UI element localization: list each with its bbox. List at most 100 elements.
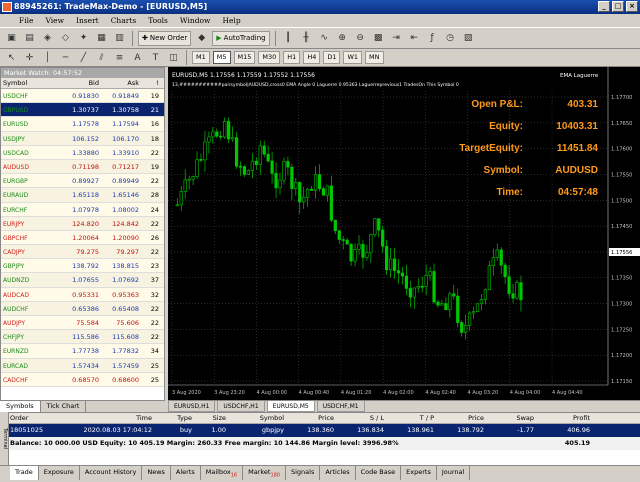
terminal-tab-exposure[interactable]: Exposure — [39, 466, 80, 480]
market-row-audusd[interactable]: AUDUSD 0.71198 0.71217 19 — [1, 159, 164, 175]
timeframe-w1[interactable]: W1 — [343, 51, 363, 64]
timeframe-d1[interactable]: D1 — [323, 51, 341, 64]
terminal-tab-code-base[interactable]: Code Base — [356, 466, 402, 480]
timeframe-m15[interactable]: M15 — [233, 51, 256, 64]
col-swap[interactable]: Swap — [484, 413, 534, 423]
timeframe-m5[interactable]: M5 — [212, 51, 231, 64]
market-row-gbpchf[interactable]: GBPCHF 1.20064 1.20090 26 — [1, 230, 164, 246]
zoom-in-icon[interactable]: ⊕ — [335, 31, 350, 46]
text-icon[interactable]: A — [130, 50, 145, 65]
data-window-icon[interactable]: ◇ — [58, 31, 73, 46]
market-row-cadchf[interactable]: CADCHF 0.68570 0.68600 25 — [1, 372, 164, 387]
tile-windows-icon[interactable]: ▩ — [371, 31, 386, 46]
timeframe-h1[interactable]: H1 — [283, 51, 301, 64]
market-row-usdchf[interactable]: USDCHF 0.91830 0.91849 19 — [1, 89, 164, 104]
market-row-eurchf[interactable]: EURCHF 1.07978 1.08002 24 — [1, 202, 164, 217]
new-order-button[interactable]: ✚ New Order — [138, 30, 192, 46]
menu-help[interactable]: Help — [221, 16, 241, 25]
market-row-eurusd[interactable]: EURUSD 1.17578 1.17594 16 — [1, 117, 164, 132]
minimize-button[interactable]: _ — [598, 1, 610, 12]
terminal-tab-trade[interactable]: Trade — [10, 466, 39, 480]
menu-tools[interactable]: Tools — [147, 16, 169, 25]
market-row-usdcad[interactable]: USDCAD 1.33880 1.33910 22 — [1, 145, 164, 160]
market-row-euraud[interactable]: EURAUD 1.65118 1.65146 28 — [1, 188, 164, 203]
terminal-tab-journal[interactable]: Journal — [437, 466, 471, 480]
maximize-button[interactable]: □ — [612, 1, 624, 12]
trendline-icon[interactable]: ╱ — [76, 50, 91, 65]
market-row-audcad[interactable]: AUDCAD 0.95331 0.95363 32 — [1, 287, 164, 302]
timeframe-m30[interactable]: M30 — [258, 51, 281, 64]
terminal-tab-articles[interactable]: Articles — [320, 466, 356, 480]
autotrading-button[interactable]: ▶ AutoTrading — [212, 30, 270, 46]
col-symbol[interactable]: Symbol — [1, 78, 63, 88]
market-row-audnzd[interactable]: AUDNZD 1.07655 1.07692 37 — [1, 273, 164, 288]
channel-icon[interactable]: ⫽ — [94, 50, 109, 65]
metaeditor-icon[interactable]: ◆ — [194, 31, 209, 46]
menu-file[interactable]: File — [18, 16, 34, 25]
autoscroll-icon[interactable]: ⇥ — [389, 31, 404, 46]
terminal-tab-market[interactable]: Market180 — [243, 466, 286, 480]
chart-shift-icon[interactable]: ⇤ — [407, 31, 422, 46]
market-row-usdjpy[interactable]: USDJPY 106.152 106.170 18 — [1, 131, 164, 146]
col-symbol[interactable]: Symbol — [226, 413, 284, 423]
label-icon[interactable]: T — [148, 50, 163, 65]
col-ask[interactable]: Ask — [101, 78, 141, 88]
chart-tab-usdchf-h1[interactable]: USDCHF,H1 — [217, 401, 265, 412]
menu-window[interactable]: Window — [179, 16, 212, 25]
zoom-out-icon[interactable]: ⊖ — [353, 31, 368, 46]
terminal-tab-mailbox[interactable]: Mailbox16 — [201, 466, 244, 480]
col-bid[interactable]: Bid — [63, 78, 101, 88]
candlestick-icon[interactable]: ╫ — [299, 31, 314, 46]
menu-insert[interactable]: Insert — [75, 16, 100, 25]
periods-icon[interactable]: ◷ — [443, 31, 458, 46]
crosshair-icon[interactable]: ✛ — [22, 50, 37, 65]
profiles-icon[interactable]: ▤ — [22, 31, 37, 46]
terminal-tab-alerts[interactable]: Alerts — [171, 466, 201, 480]
market-watch-icon[interactable]: ◈ — [40, 31, 55, 46]
menu-view[interactable]: View — [44, 16, 65, 25]
market-row-chfjpy[interactable]: CHFJPY 115.586 115.608 22 — [1, 330, 164, 345]
indicators-icon[interactable]: ƒ — [425, 31, 440, 46]
col-size[interactable]: Size — [192, 413, 226, 423]
terminal-tab-account-history[interactable]: Account History — [80, 466, 143, 480]
vertical-line-icon[interactable]: │ — [40, 50, 55, 65]
col-sl[interactable]: S / L — [334, 413, 384, 423]
chart-tab-eurusd-h1[interactable]: EURUSD,H1 — [168, 401, 216, 412]
market-row-eurnzd[interactable]: EURNZD 1.77738 1.77832 34 — [1, 344, 164, 359]
tab-symbols[interactable]: Symbols — [0, 401, 41, 412]
col-profit[interactable]: Profit — [534, 413, 590, 423]
market-row-eurjpy[interactable]: EURJPY 124.820 124.842 22 — [1, 216, 164, 231]
chart-tab-eurusd-m5[interactable]: EURUSD,M5 — [266, 401, 315, 412]
chart-canvas[interactable]: EURUSD,M5 1.17556 1.17559 1.17552 1.1755… — [168, 67, 640, 400]
terminal-tab-signals[interactable]: Signals — [286, 466, 321, 480]
timeframe-mn[interactable]: MN — [365, 51, 384, 64]
navigator-icon[interactable]: ✦ — [76, 31, 91, 46]
templates-icon[interactable]: ▧ — [461, 31, 476, 46]
shapes-icon[interactable]: ◫ — [166, 50, 181, 65]
col-tp[interactable]: T / P — [384, 413, 434, 423]
market-row-audchf[interactable]: AUDCHF 0.65386 0.65408 22 — [1, 301, 164, 316]
terminal-tab-news[interactable]: News — [142, 466, 171, 480]
tab-tick-chart[interactable]: Tick Chart — [41, 401, 87, 412]
cursor-icon[interactable]: ↖ — [4, 50, 19, 65]
tester-icon[interactable]: ▥ — [112, 31, 127, 46]
market-row-cadjpy[interactable]: CADJPY 79.275 79.297 22 — [1, 245, 164, 260]
line-chart-icon[interactable]: ∿ — [317, 31, 332, 46]
chart-tab-usdchf-m1[interactable]: USDCHF,M1 — [316, 401, 365, 412]
order-row[interactable]: 18051025 2020.08.03 17:04:12 buy 1.00 gb… — [0, 424, 640, 437]
terminal-icon[interactable]: ▦ — [94, 31, 109, 46]
bar-chart-icon[interactable]: ┃ — [281, 31, 296, 46]
market-row-audjpy[interactable]: AUDJPY 75.584 75.606 22 — [1, 316, 164, 331]
close-button[interactable]: × — [626, 1, 638, 12]
new-chart-icon[interactable]: ▣ — [4, 31, 19, 46]
timeframe-m1[interactable]: M1 — [192, 51, 210, 64]
horizontal-line-icon[interactable]: ─ — [58, 50, 73, 65]
market-row-eurgbp[interactable]: EURGBP 0.89927 0.89949 22 — [1, 174, 164, 189]
timeframe-h4[interactable]: H4 — [303, 51, 321, 64]
market-row-gbpusd[interactable]: GBPUSD 1.30737 1.30758 21 — [1, 103, 164, 118]
col-price[interactable]: Price — [284, 413, 334, 423]
col-time[interactable]: Time — [80, 413, 152, 423]
col-type[interactable]: Type — [152, 413, 192, 423]
col-order[interactable]: Order — [10, 413, 80, 423]
col-spread[interactable]: ! — [141, 78, 161, 88]
